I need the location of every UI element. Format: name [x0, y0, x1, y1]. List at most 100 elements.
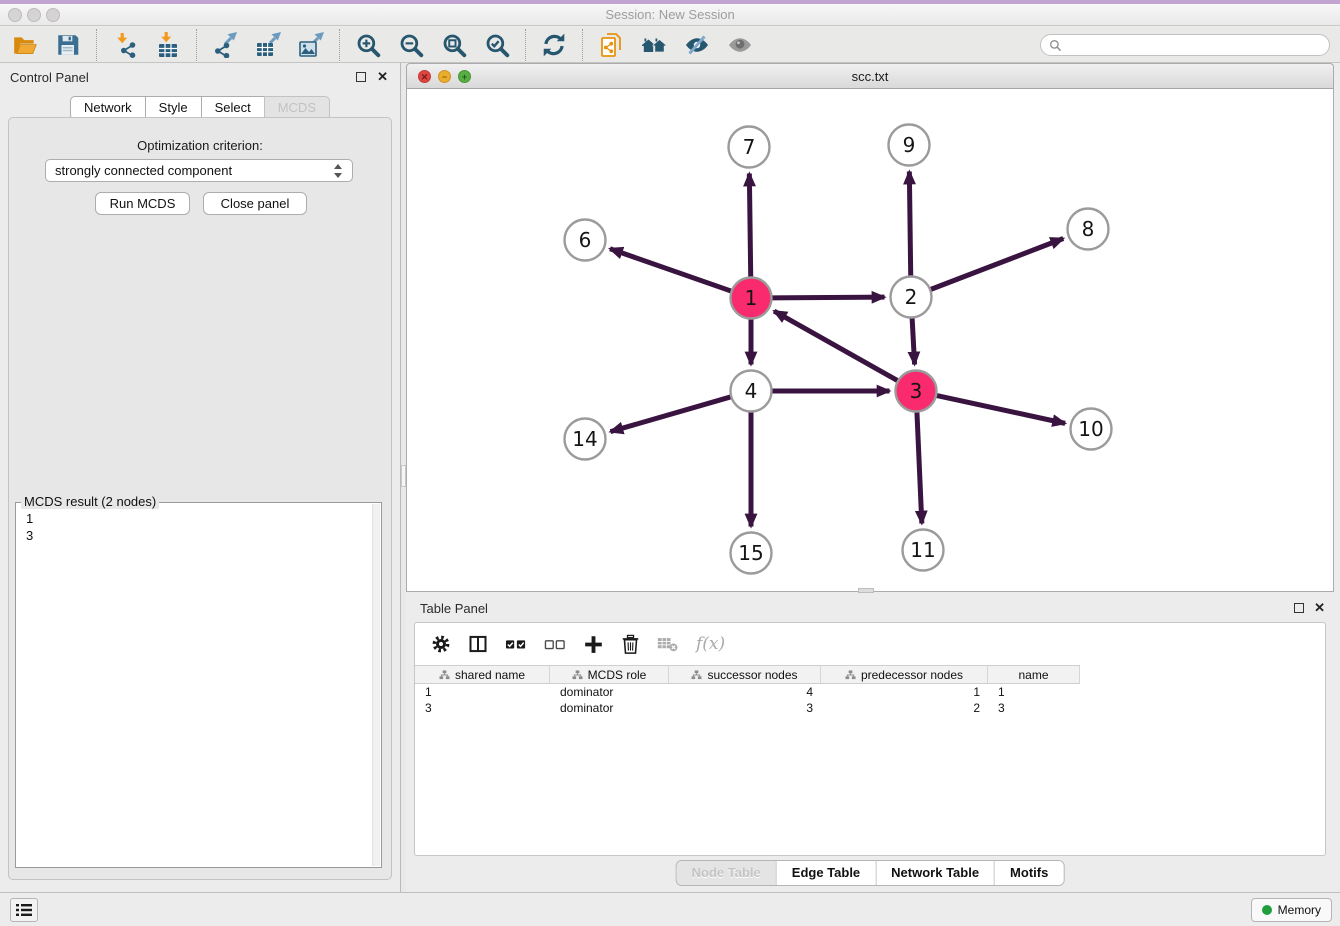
function-builder-button[interactable]: f(x)	[696, 634, 725, 654]
select-all-button[interactable]	[505, 634, 527, 654]
graph-edge-2-3[interactable]	[912, 316, 915, 364]
table-cell[interactable]: 1	[821, 684, 988, 700]
column-sort-icon	[845, 670, 856, 680]
unchecked-boxes-icon	[544, 634, 566, 654]
column-sort-icon	[572, 670, 583, 680]
table-cell[interactable]: 3	[988, 700, 1080, 716]
result-scrollbar[interactable]	[372, 504, 380, 866]
status-bar: Memory	[0, 892, 1340, 926]
export-table-icon	[255, 32, 281, 58]
export-table-button[interactable]	[251, 30, 285, 60]
close-panel-icon[interactable]: ✕	[377, 69, 388, 85]
table-panel: Table Panel ✕ f(x) shared nameMCDS roles…	[406, 594, 1334, 890]
eye-slash-icon	[684, 32, 710, 58]
first-neighbors-button[interactable]	[637, 30, 671, 60]
zoom-out-button[interactable]	[394, 30, 428, 60]
search-input[interactable]	[1040, 34, 1330, 56]
run-mcds-button[interactable]: Run MCDS	[95, 192, 190, 215]
main-toolbar	[0, 27, 1340, 63]
list-icon	[16, 903, 32, 917]
close-table-panel-icon[interactable]: ✕	[1314, 600, 1325, 616]
table-cell[interactable]: 1	[415, 684, 550, 700]
zoom-fit-button[interactable]	[437, 30, 471, 60]
table-cell[interactable]: 3	[415, 700, 550, 716]
graph-node-label-4: 4	[745, 379, 758, 403]
graph-node-label-15: 15	[738, 541, 763, 565]
columns-icon	[468, 634, 488, 654]
add-row-button[interactable]	[583, 634, 604, 655]
show-column-button[interactable]	[468, 634, 488, 654]
zoom-out-icon	[398, 32, 424, 58]
table-cell[interactable]: 2	[821, 700, 988, 716]
float-table-panel-icon[interactable]	[1294, 603, 1304, 613]
mcds-result-node: 3	[26, 527, 371, 544]
network-window-titlebar[interactable]: ✕ − + scc.txt	[406, 63, 1334, 89]
table-cell[interactable]: 3	[669, 700, 821, 716]
import-network-icon	[112, 32, 138, 58]
graph-edge-1-7[interactable]	[749, 173, 750, 278]
graph-edge-4-14[interactable]	[610, 396, 732, 431]
close-panel-button[interactable]: Close panel	[203, 192, 307, 215]
graph-node-label-14: 14	[572, 427, 597, 451]
mcds-result-title: MCDS result (2 nodes)	[21, 494, 159, 509]
table-settings-button[interactable]	[431, 634, 451, 654]
network-graph[interactable]: 1234678910111415	[407, 89, 1333, 590]
memory-button[interactable]: Memory	[1251, 898, 1332, 922]
tab-node-table[interactable]: Node Table	[677, 861, 776, 885]
table-row[interactable]: 3dominator323	[415, 700, 1080, 716]
mcds-result-list: 1 3	[16, 503, 381, 551]
delete-table-button[interactable]	[657, 635, 679, 653]
show-all-button[interactable]	[723, 30, 757, 60]
graph-edge-2-9[interactable]	[909, 171, 910, 277]
save-session-button[interactable]	[51, 30, 85, 60]
column-header-name[interactable]: name	[988, 666, 1080, 683]
tab-edge-table[interactable]: Edge Table	[776, 861, 875, 885]
graph-edge-3-10[interactable]	[935, 395, 1065, 423]
table-cell[interactable]: dominator	[550, 684, 669, 700]
deselect-all-button[interactable]	[544, 634, 566, 654]
gear-icon	[431, 634, 451, 654]
graph-edge-1-6[interactable]	[610, 249, 733, 292]
refresh-icon	[541, 32, 567, 58]
delete-row-button[interactable]	[621, 634, 640, 655]
network-canvas[interactable]: 1234678910111415	[406, 89, 1334, 592]
optimization-criterion-select[interactable]: strongly connected component	[45, 159, 353, 182]
column-header-predecessor-nodes[interactable]: predecessor nodes	[821, 666, 988, 683]
application-window: Session: New Session Control Panel	[0, 0, 1340, 926]
table-cell[interactable]: 4	[669, 684, 821, 700]
column-header-successor-nodes[interactable]: successor nodes	[669, 666, 821, 683]
delete-table-icon	[657, 635, 679, 653]
open-session-button[interactable]	[8, 30, 42, 60]
zoom-in-button[interactable]	[351, 30, 385, 60]
hide-selected-button[interactable]	[680, 30, 714, 60]
graph-edge-2-8[interactable]	[929, 239, 1063, 291]
graph-edge-1-2[interactable]	[770, 297, 884, 298]
task-history-button[interactable]	[10, 898, 38, 922]
table-rows: 1dominator4113dominator323	[415, 684, 1080, 716]
tab-network-table[interactable]: Network Table	[875, 861, 994, 885]
canvas-splitter-handle[interactable]	[858, 588, 874, 593]
table-tabs: Node Table Edge Table Network Table Moti…	[676, 860, 1065, 886]
window-titlebar: Session: New Session	[0, 4, 1340, 26]
zoom-selected-button[interactable]	[480, 30, 514, 60]
graph-edge-3-1[interactable]	[774, 311, 899, 381]
graph-edge-3-11[interactable]	[917, 410, 922, 523]
column-header-label: MCDS role	[588, 668, 647, 682]
tab-motifs[interactable]: Motifs	[994, 861, 1063, 885]
clone-network-button[interactable]	[594, 30, 628, 60]
column-header-shared-name[interactable]: shared name	[415, 666, 550, 683]
refresh-view-button[interactable]	[537, 30, 571, 60]
table-cell[interactable]: dominator	[550, 700, 669, 716]
toolbar-separator	[96, 29, 97, 61]
import-network-button[interactable]	[108, 30, 142, 60]
export-image-button[interactable]	[294, 30, 328, 60]
toolbar-separator	[582, 29, 583, 61]
mcds-result-box: MCDS result (2 nodes) 1 3	[15, 502, 382, 868]
trash-icon	[621, 634, 640, 655]
export-network-button[interactable]	[208, 30, 242, 60]
column-header-MCDS-role[interactable]: MCDS role	[550, 666, 669, 683]
table-cell[interactable]: 1	[988, 684, 1080, 700]
table-row[interactable]: 1dominator411	[415, 684, 1080, 700]
float-panel-icon[interactable]	[356, 72, 366, 82]
import-table-button[interactable]	[151, 30, 185, 60]
